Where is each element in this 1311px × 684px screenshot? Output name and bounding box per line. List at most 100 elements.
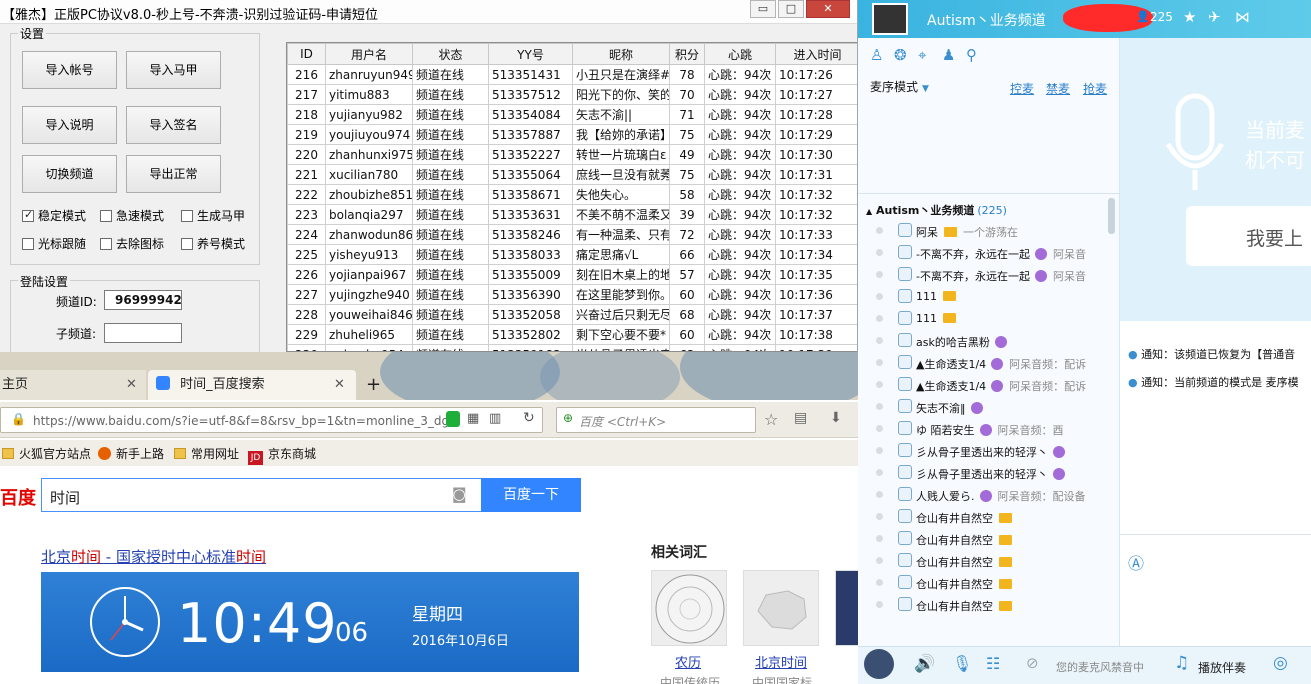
music-note-icon[interactable]: ♫ [1174,653,1189,673]
member-item[interactable]: 仓山有井自然空 [858,550,1108,572]
library-icon[interactable]: ▤ [794,410,807,426]
table-row[interactable]: 217 yitimu883 频道在线 513357512 阳光下的你、笑的 70 心跳：94… [287,84,857,105]
generate-vest-checkbox[interactable]: 生成马甲 [181,207,245,224]
stable-mode-checkbox[interactable]: 稳定模式 [22,207,86,224]
table-row[interactable]: 218 yujianyu982 频道在线 513354084 矢志不渝|| 71 心跳：9… [287,104,857,125]
baidu-search-button[interactable]: 百度一下 [481,478,581,512]
search-engine-icon[interactable]: ⊕ [563,411,573,425]
shield-icon[interactable] [446,411,460,427]
close-button[interactable]: ✕ [806,0,850,18]
member-item[interactable]: 111 [858,286,1108,308]
equalizer-icon[interactable]: ☷ [986,654,1000,673]
table-row[interactable]: 225 yisheyu913 频道在线 513358033 痛定思痛√L 66 心跳：94次… [287,244,857,265]
table-row[interactable]: 220 zhanhunxi975 频道在线 513352227 转世一片琉璃白ε 49 心跳… [287,144,857,165]
play-accompaniment-button[interactable]: 播放伴奏 [1198,659,1246,676]
member-item[interactable]: -不离不弃，永远在一起 阿呆音 [858,264,1108,286]
table-row[interactable]: 221 xucilian780 频道在线 513355064 庶线一旦没有就莠 75 心跳：… [287,164,857,185]
table-row[interactable]: 224 zhanwodun86 频道在线 513358246 有一种温柔、只有 72 心跳：… [287,224,857,245]
bookmark-firefox-site[interactable]: 火狐官方站点 [2,445,91,462]
account-table[interactable]: ID 用户名 状态 YY号 昵称 积分 心跳 进入时间 216 zhanruyun… [286,42,857,352]
header-status[interactable]: 状态 [412,43,489,65]
member-item[interactable]: 仓山有井自然空 [858,594,1108,616]
qr-code-icon[interactable]: ▦ [467,411,479,426]
related-link-lunar[interactable]: 农历 [675,652,701,671]
header-join-time[interactable]: 进入时间 [775,43,857,65]
camera-icon[interactable]: ◙ [452,485,467,503]
speaker-icon[interactable]: 🔊 [914,654,935,674]
switch-channel-button[interactable]: 切换频道 [22,155,117,193]
airplane-icon[interactable]: ✈ [1208,8,1221,26]
reader-icon[interactable]: ▥ [489,411,501,426]
import-desc-button[interactable]: 导入说明 [22,106,117,144]
bookmark-star-icon[interactable]: ☆ [764,410,778,429]
table-row[interactable]: 228 youweihai846 频道在线 513352058 兴奋过后只剩无尽 68 心跳… [287,304,857,325]
mic-muted-icon[interactable]: ⊘ [1026,654,1039,672]
export-normal-button[interactable]: 导出正常 [126,155,221,193]
import-account-button[interactable]: 导入帐号 [22,51,117,89]
header-username[interactable]: 用户名 [325,43,413,65]
person-icon[interactable]: ♟ [942,46,955,64]
member-item[interactable]: 彡从骨子里透出来的轻浮丶 [858,440,1108,462]
beijing-time-image[interactable] [743,570,819,646]
table-row[interactable]: 230yuhaohe954频道在线513359183光从骨子里透出来62心跳：9… [287,344,857,351]
member-item[interactable]: 阿呆 一个游荡在 [858,220,1108,242]
favorite-star-icon[interactable]: ★ [1183,8,1196,26]
member-item[interactable]: 矢志不渝‖ [858,396,1108,418]
result-title-link[interactable]: 北京时间 - 国家授时中心标准时间 [41,546,266,567]
member-item[interactable]: ask的哈吉黑粉 [858,330,1108,352]
member-item[interactable]: -不离不弃，永远在一起 阿呆音 [858,242,1108,264]
users-icon[interactable]: ♙ [870,46,883,64]
table-row[interactable]: 226 yojianpai967 频道在线 513355009 刻在旧木桌上的地 57 心跳… [287,264,857,285]
minimize-button[interactable]: ▭ [750,0,776,18]
mic-settings-icon[interactable]: 🎙 [952,654,972,673]
sub-channel-field[interactable] [104,323,182,343]
user-avatar[interactable] [864,649,894,679]
grab-mic-link[interactable]: 抢麦 [1083,80,1107,97]
import-signature-button[interactable]: 导入签名 [126,106,221,144]
member-item[interactable]: 仓山有井自然空 [858,506,1108,528]
cursor-follow-checkbox[interactable]: 光标跟随 [22,235,86,252]
member-item[interactable]: ▲生命透支1/4 阿呆音频：配诉 [858,352,1108,374]
member-item[interactable]: 彡从骨子里透出来的轻浮丶 [858,462,1108,484]
baidu-logo[interactable]: 百度 [0,484,36,510]
bookmark-common-sites[interactable]: 常用网址 [174,445,239,462]
maximize-button[interactable]: □ [778,0,804,18]
bookmark-getting-started[interactable]: 新手上路 [98,445,164,462]
location-icon[interactable]: ⌖ [918,46,926,64]
record-icon[interactable]: ◎ [1273,653,1288,673]
new-tab-button[interactable]: + [366,370,381,400]
import-vest-button[interactable]: 导入马甲 [126,51,221,89]
header-heartbeat[interactable]: 心跳 [704,43,776,65]
channel-avatar[interactable] [872,3,908,35]
header-id[interactable]: ID [287,43,326,65]
font-style-icon[interactable]: Ⓐ [1128,550,1144,574]
go-on-mic-button[interactable]: 我要上 [1186,206,1311,266]
download-icon[interactable]: ⬇ [830,410,842,426]
activity-icon[interactable]: ❂ [894,46,907,64]
table-row[interactable]: 229 zhuheli965 频道在线 513352802 剩下空心要不要* 60 心跳：9… [287,324,857,345]
ban-mic-link[interactable]: 禁麦 [1046,80,1070,97]
channel-id-field[interactable]: 96999942 [104,290,182,310]
search-icon[interactable]: ⚲ [966,46,977,64]
member-item[interactable]: 仓山有井自然空 [858,572,1108,594]
browser-search-bar[interactable]: ⊕ 百度 <Ctrl+K> [556,407,756,433]
table-row[interactable]: 216 zhanruyun949 频道在线 513351431 小丑只是在演绎# 78 心跳… [287,64,857,85]
lunar-calendar-image[interactable] [651,570,727,646]
member-item[interactable]: 人贱人爱ら. 阿呆音频：配设备 [858,484,1108,506]
header-yy-number[interactable]: YY号 [488,43,573,65]
member-item[interactable]: 仓山有井自然空 [858,528,1108,550]
header-points[interactable]: 积分 [669,43,705,65]
share-icon[interactable]: ⋈ [1235,8,1250,26]
tab-home[interactable]: 主页 ✕ [0,370,146,400]
url-bar[interactable]: 🔒 https://www.baidu.com/s?ie=utf-8&f=8&r… [0,407,543,433]
bookmark-jd[interactable]: JD 京东商城 [248,445,316,465]
member-list-scrollbar[interactable] [1108,198,1115,234]
header-nickname[interactable]: 昵称 [572,43,670,65]
table-row[interactable]: 223 bolanqia297 频道在线 513353631 不美不萌不温柔又 39 心跳：… [287,204,857,225]
table-row[interactable]: 219 youjiuyou974 频道在线 513357887 我【给妳的承诺】 75 心跳… [287,124,857,145]
related-image-partial[interactable] [835,570,858,646]
close-icon[interactable]: ✕ [126,370,137,400]
fast-mode-checkbox[interactable]: 急速模式 [100,207,164,224]
baidu-search-input[interactable]: 时间 ◙ [41,478,482,512]
table-row[interactable]: 227 yujingzhe940 频道在线 513356390 在这里能梦到你。 60 心跳… [287,284,857,305]
